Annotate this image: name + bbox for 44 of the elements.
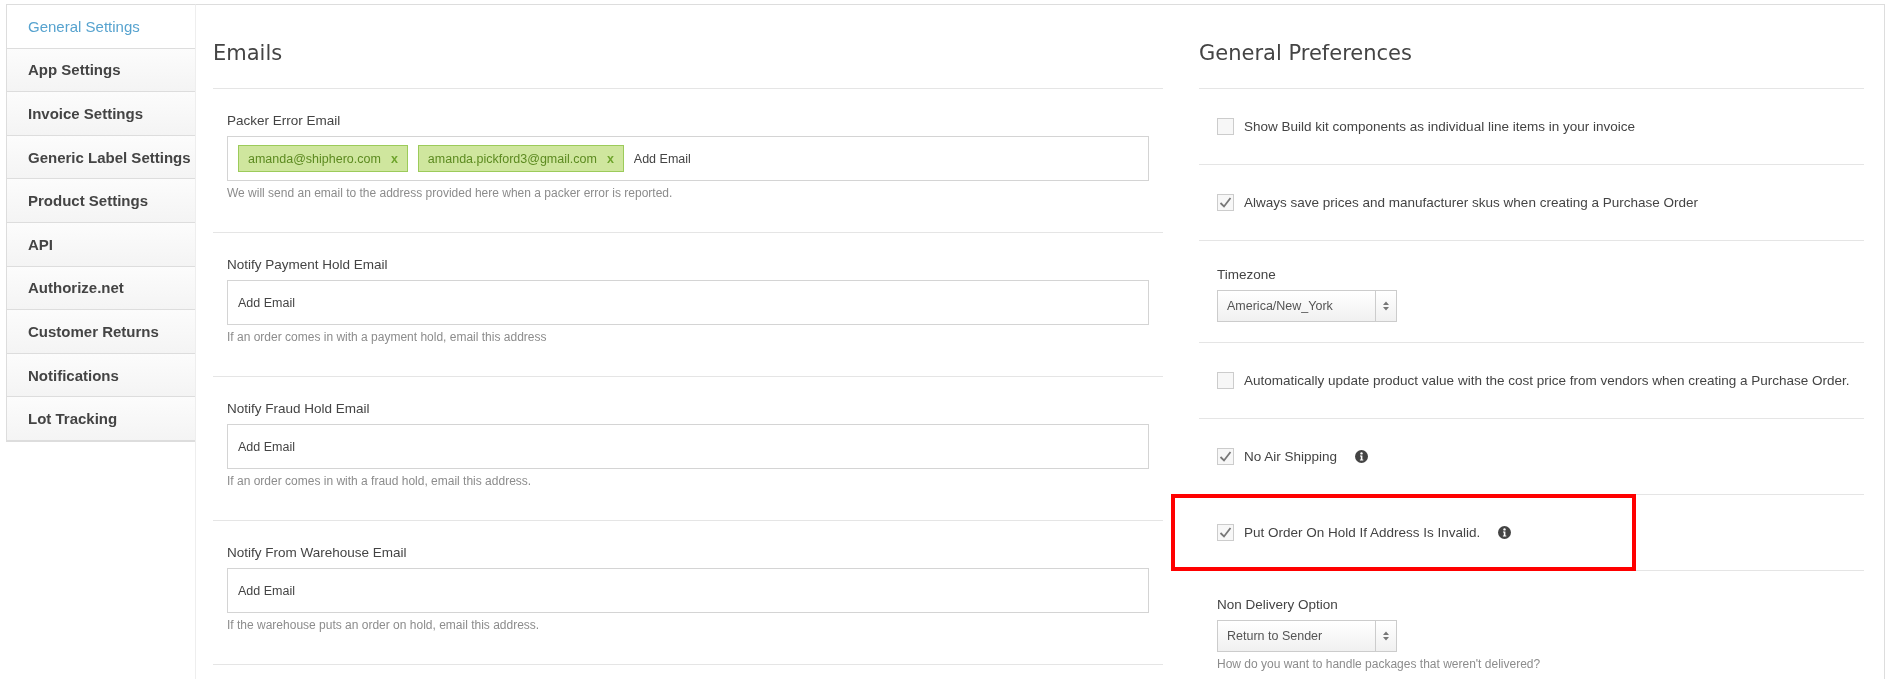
sidebar-item[interactable]: API [7, 222, 195, 267]
checkbox[interactable] [1217, 524, 1234, 541]
checkbox-label: Always save prices and manufacturer skus when creating a Purchase Order [1244, 195, 1698, 210]
field-label: Notify From Warehouse Email [227, 545, 407, 560]
sidebar-item[interactable]: Lot Tracking [7, 397, 195, 441]
field-label: Notify Fraud Hold Email [227, 401, 370, 416]
info-icon[interactable] [1498, 526, 1512, 539]
dropdown[interactable]: Return to Sender [1217, 620, 1397, 652]
checkbox[interactable] [1217, 118, 1234, 135]
email-input[interactable]: Add Email [633, 151, 1138, 166]
field-label: Non Delivery Option [1217, 597, 1338, 612]
checkbox-label: Put Order On Hold If Address Is Invalid. [1244, 525, 1481, 540]
tag-text: amanda.pickford3@gmail.com [427, 151, 597, 166]
sidebar-item[interactable]: Invoice Settings [7, 92, 195, 136]
dropdown[interactable]: America/New_York [1217, 290, 1397, 322]
help-text: We will send an email to the address provided here when a packer error is reported. [227, 186, 673, 200]
email-field[interactable]: Add Email [227, 424, 1149, 469]
checkbox-label: No Air Shipping [1244, 449, 1338, 464]
checkbox-label: Show Build kit components as individual line items in your invoice [1244, 119, 1635, 134]
email-field[interactable]: Add Email [227, 280, 1149, 325]
tag-text: amanda@shiphero.com [248, 151, 381, 166]
help-text: If the warehouse puts an order on hold, email this address. [227, 618, 540, 632]
field-label: Notify Payment Hold Email [227, 257, 388, 272]
sidebar-item[interactable]: Product Settings [7, 179, 195, 223]
checkbox[interactable] [1217, 448, 1234, 465]
info-icon[interactable] [1355, 450, 1369, 463]
section-title: General Preferences [1199, 5, 1864, 89]
sidebar-item[interactable]: Customer Returns [7, 310, 195, 354]
sidebar-item[interactable]: Generic Label Settings [7, 135, 195, 180]
help-text: If an order comes in with a payment hold, email this address [227, 330, 547, 344]
checkbox[interactable] [1217, 372, 1234, 389]
help-text: If an order comes in with a fraud hold, email this address. [227, 474, 532, 488]
sidebar-item[interactable]: Authorize.net [7, 266, 195, 311]
help-text: How do you want to handle packages that weren't delivered? [1217, 657, 1541, 671]
sort-arrows-icon [1382, 300, 1390, 312]
sort-arrows-icon [1382, 630, 1390, 642]
checkbox[interactable] [1217, 194, 1234, 211]
sidebar-item[interactable]: App Settings [7, 48, 195, 93]
field-label: Packer Error Email [227, 113, 341, 128]
email-field[interactable]: Add Email [227, 568, 1149, 613]
section-title: Emails [213, 5, 1163, 89]
sidebar-item[interactable]: Notifications [7, 353, 195, 398]
checkbox-label: Automatically update product value with the cost price from vendors when creating a Purchase Order. [1244, 373, 1850, 388]
field-label: Timezone [1217, 267, 1276, 282]
